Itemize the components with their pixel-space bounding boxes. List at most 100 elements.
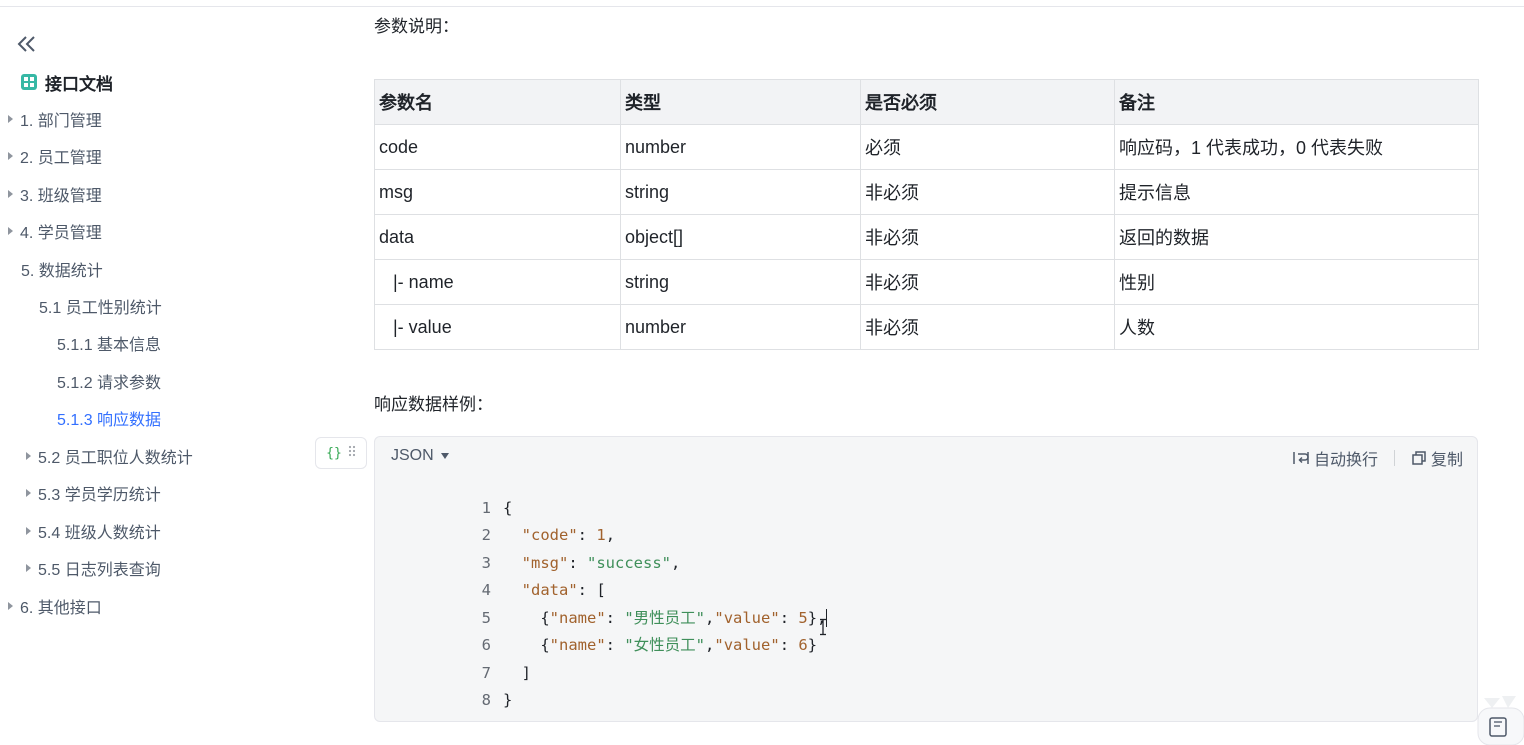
sidebar-item-label: 4. 学员管理 <box>20 225 102 242</box>
ibeam-cursor-icon <box>820 618 826 636</box>
table-cell: string <box>620 259 861 305</box>
table-cell: 非必须 <box>860 259 1115 305</box>
table-cell: |- name <box>374 259 621 305</box>
sidebar-item-degree-stats[interactable]: 5.3 学员学历统计 <box>26 480 161 506</box>
code-line: 3 "msg": "success", <box>375 522 827 572</box>
language-selector[interactable]: JSON <box>391 447 449 465</box>
sidebar-item-label: 5.2 员工职位人数统计 <box>38 450 193 467</box>
sidebar-item-label: 1. 部门管理 <box>20 113 102 130</box>
table-cell: msg <box>374 169 621 215</box>
param-heading: 参数说明： <box>374 17 459 36</box>
expand-caret-icon[interactable] <box>8 152 13 160</box>
toolbar-divider <box>1393 450 1395 466</box>
code-line: 6 {"name": "女性员工","value": 6} <box>375 605 827 654</box>
sidebar-item-label: 5.5 日志列表查询 <box>38 562 161 579</box>
table-cell: 必须 <box>860 124 1115 170</box>
sidebar-item-job-stats[interactable]: 5.2 员工职位人数统计 <box>26 443 193 469</box>
table-row: code number 必须 响应码，1 代表成功，0 代表失败 <box>374 124 1479 170</box>
table-row: |- name string 非必须 性别 <box>374 259 1479 305</box>
column-header: 备注 <box>1114 79 1479 125</box>
table-row: data object[] 非必须 返回的数据 <box>374 214 1479 260</box>
sidebar-item-label: 3. 班级管理 <box>20 188 102 205</box>
sidebar-item-label: 5.1.1 基本信息 <box>57 337 162 354</box>
param-table: 参数名 类型 是否必须 备注 code number 必须 响应码，1 代表成功… <box>374 79 1479 350</box>
sidebar-item-label: 5.4 班级人数统计 <box>38 525 161 542</box>
dropdown-arrow-icon <box>440 453 449 459</box>
sidebar-item-label: 5.1.2 请求参数 <box>57 375 162 392</box>
doc-tree-title-text: 接口文档 <box>45 74 113 94</box>
language-label: JSON <box>391 447 434 464</box>
sidebar-item-log-list[interactable]: 5.5 日志列表查询 <box>26 555 161 581</box>
sidebar-item-class[interactable]: 3. 班级管理 <box>8 181 102 207</box>
sidebar-item-other[interactable]: 6. 其他接口 <box>8 593 102 619</box>
table-header-row: 参数名 类型 是否必须 备注 <box>374 79 1479 125</box>
expand-caret-icon[interactable] <box>8 115 13 123</box>
table-row: |- value number 非必须 人数 <box>374 304 1479 350</box>
expand-caret-icon[interactable] <box>8 227 13 235</box>
sidebar-item-label: 5.3 学员学历统计 <box>38 487 161 504</box>
table-cell: 性别 <box>1114 259 1479 305</box>
sidebar-item-student[interactable]: 4. 学员管理 <box>8 218 102 244</box>
code-toolbar: 自动换行 复制 <box>1292 446 1463 470</box>
code-line: 2 "code": 1, <box>375 495 827 544</box>
sidebar-item-employee[interactable]: 2. 员工管理 <box>8 143 102 169</box>
table-cell: 非必须 <box>860 214 1115 260</box>
sidebar-item-stats[interactable]: 5. 数据统计 <box>21 256 103 282</box>
code-line: 5 {"name": "男性员工","value": 5}, <box>375 577 828 627</box>
code-line: 8} <box>375 660 827 709</box>
table-cell: code <box>374 124 621 170</box>
expand-caret-icon[interactable] <box>26 564 31 572</box>
wrap-label: 自动换行 <box>1313 452 1378 469</box>
wrap-icon <box>1293 452 1309 464</box>
table-cell: 返回的数据 <box>1114 214 1479 260</box>
table-cell: object[] <box>620 214 861 260</box>
code-line: 4 "data": [ <box>375 550 827 599</box>
copy-button[interactable]: 复制 <box>1411 446 1463 470</box>
expand-caret-icon[interactable] <box>26 527 31 535</box>
collapse-sidebar-icon[interactable] <box>16 34 38 54</box>
floating-assistant-icon[interactable] <box>1468 690 1524 745</box>
sidebar-item-label: 6. 其他接口 <box>20 600 102 617</box>
sidebar-item-class-count[interactable]: 5.4 班级人数统计 <box>26 518 161 544</box>
table-cell: |- value <box>374 304 621 350</box>
expand-caret-icon[interactable] <box>26 489 31 497</box>
sample-heading: 响应数据样例： <box>374 395 493 414</box>
code-line: 1{ <box>375 467 827 517</box>
sidebar-item-gender-stats[interactable]: 5.1 员工性别统计 <box>39 293 162 319</box>
doc-sidebar: 接口文档 1. 部门管理 2. 员工管理 3. 班级管理 4. 学员管理 5. … <box>0 0 300 745</box>
column-header: 类型 <box>620 79 861 125</box>
expand-caret-icon[interactable] <box>8 602 13 610</box>
sidebar-item-request-params[interactable]: 5.1.2 请求参数 <box>57 368 161 394</box>
sidebar-item-label: 2. 员工管理 <box>20 150 102 167</box>
table-cell: 非必须 <box>860 169 1115 215</box>
doc-tree-title[interactable]: 接口文档 <box>21 70 113 94</box>
copy-icon <box>1412 451 1426 465</box>
code-block-handle[interactable]: {} <box>315 437 367 469</box>
wrap-toggle-button[interactable]: 自动换行 <box>1292 446 1378 470</box>
sidebar-item-label: 5.1.3 响应数据 <box>57 412 162 429</box>
sidebar-item-response-data[interactable]: 5.1.3 响应数据 <box>57 405 161 431</box>
table-cell: number <box>620 124 861 170</box>
line-number: 8 <box>481 691 491 709</box>
copy-label: 复制 <box>1430 452 1463 469</box>
table-cell: data <box>374 214 621 260</box>
table-cell: 人数 <box>1114 304 1479 350</box>
drag-grip-icon[interactable] <box>348 445 356 461</box>
table-cell: 响应码，1 代表成功，0 代表失败 <box>1114 124 1479 170</box>
sidebar-item-label: 5.1 员工性别统计 <box>39 300 162 317</box>
expand-caret-icon[interactable] <box>26 452 31 460</box>
column-header: 参数名 <box>374 79 621 125</box>
code-line: 7 ] <box>375 632 827 682</box>
code-braces-icon: {} <box>326 445 342 461</box>
doc-grid-icon <box>21 74 37 90</box>
code-token: } <box>503 691 513 709</box>
sidebar-item-basic-info[interactable]: 5.1.1 基本信息 <box>57 330 161 356</box>
expand-caret-icon[interactable] <box>8 190 13 198</box>
table-cell: 提示信息 <box>1114 169 1479 215</box>
code-content[interactable]: 1{ 2 "code": 1, 3 "msg": "success", 4 "d… <box>375 467 828 709</box>
table-cell: string <box>620 169 861 215</box>
table-row: msg string 非必须 提示信息 <box>374 169 1479 215</box>
sidebar-item-dept[interactable]: 1. 部门管理 <box>8 106 102 132</box>
json-code-block[interactable]: JSON 自动换行 复制 1{ 2 "code": 1, 3 "msg": "s… <box>374 436 1478 722</box>
column-header: 是否必须 <box>860 79 1115 125</box>
